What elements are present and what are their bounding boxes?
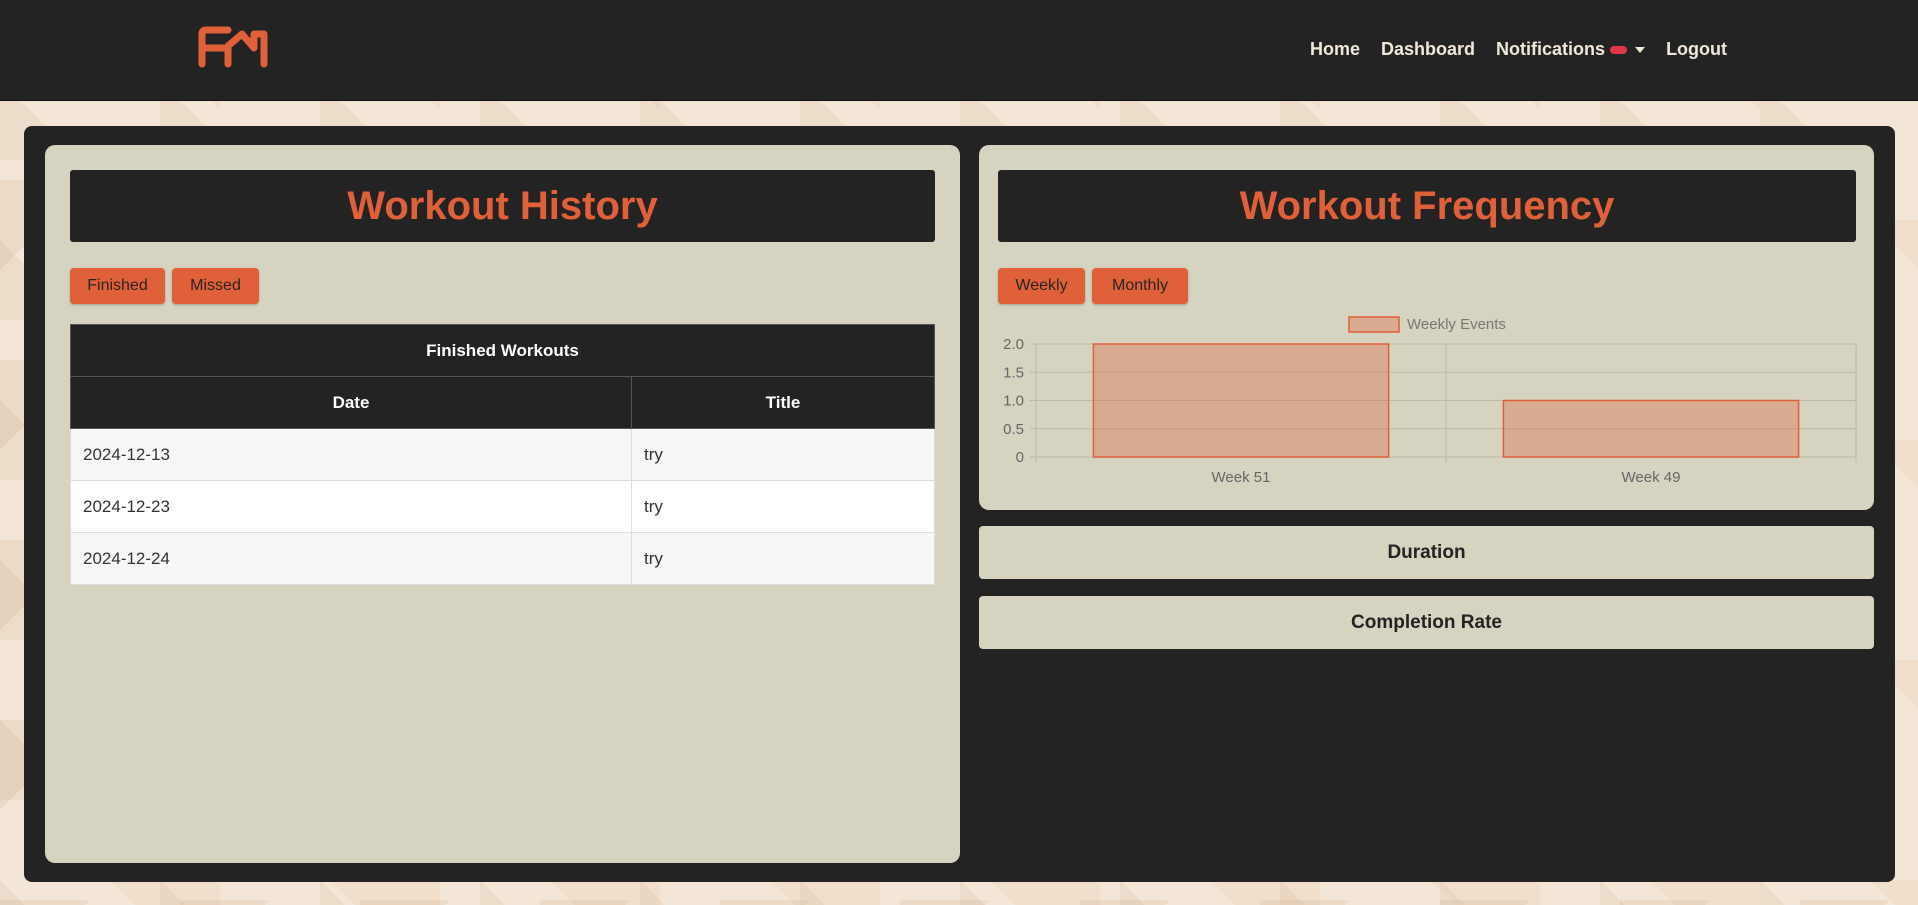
nav-notifications-label: Notifications xyxy=(1496,39,1606,59)
y-tick-label: 1.0 xyxy=(1003,393,1024,410)
nav-logout-link[interactable]: Logout xyxy=(1666,39,1727,60)
duration-section[interactable]: Duration xyxy=(979,526,1874,579)
nav-notifications-dropdown[interactable]: Notifications xyxy=(1496,39,1646,60)
chevron-down-icon xyxy=(1635,46,1646,53)
weekly-events-chart: Weekly Events 0 0.5 1.0 1.5 2.0 Week 51 Week 49 xyxy=(1003,316,1857,486)
y-tick-label: 2.0 xyxy=(1003,336,1024,353)
bar xyxy=(1092,343,1390,458)
navbar: Home Dashboard Notifications Logout xyxy=(0,0,1918,101)
table-row: 2024-12-24 try xyxy=(70,532,935,585)
x-tick-label: Week 49 xyxy=(1622,469,1681,486)
completion-rate-section[interactable]: Completion Rate xyxy=(979,596,1874,649)
row-date: 2024-12-23 xyxy=(70,480,632,533)
finished-tab-button[interactable]: Finished xyxy=(70,268,165,304)
nav-dashboard-link[interactable]: Dashboard xyxy=(1381,39,1475,60)
y-tick-label: 0 xyxy=(1016,449,1024,466)
table-row: 2024-12-13 try xyxy=(70,428,935,481)
row-date: 2024-12-13 xyxy=(70,428,632,481)
workout-history-title: Workout History xyxy=(70,170,935,242)
row-title: try xyxy=(631,532,935,585)
fm-logo[interactable] xyxy=(198,26,270,70)
row-title: try xyxy=(631,428,935,481)
y-tick-label: 1.5 xyxy=(1003,364,1024,381)
y-tick-label: 0.5 xyxy=(1003,421,1024,438)
x-tick-label: Week 51 xyxy=(1212,469,1271,486)
column-header-title: Title xyxy=(631,376,935,429)
nav-home-link[interactable]: Home xyxy=(1310,39,1360,60)
table-row: 2024-12-23 try xyxy=(70,480,935,533)
weekly-tab-button[interactable]: Weekly xyxy=(998,268,1085,304)
row-title: try xyxy=(631,480,935,533)
notification-badge xyxy=(1610,45,1628,54)
bar xyxy=(1502,399,1800,458)
column-header-date: Date xyxy=(70,376,632,429)
workout-frequency-title: Workout Frequency xyxy=(998,170,1856,242)
legend-swatch xyxy=(1348,316,1400,333)
missed-tab-button[interactable]: Missed xyxy=(172,268,259,304)
nav-links: Home Dashboard Notifications Logout xyxy=(1310,39,1748,60)
row-date: 2024-12-24 xyxy=(70,532,632,585)
table-caption: Finished Workouts xyxy=(70,324,935,377)
finished-workouts-table: Finished Workouts Date Title 2024-12-13 … xyxy=(70,324,935,585)
legend-label: Weekly Events xyxy=(1407,316,1506,333)
monthly-tab-button[interactable]: Monthly xyxy=(1092,268,1188,304)
